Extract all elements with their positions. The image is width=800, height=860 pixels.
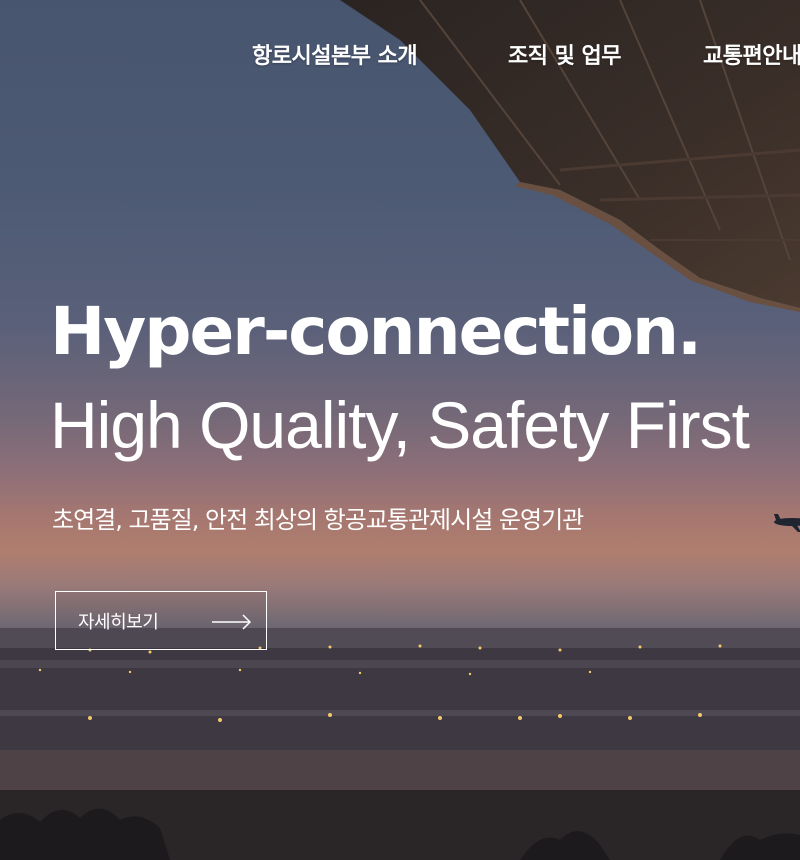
airplane-icon — [774, 514, 800, 532]
arrow-right-icon — [212, 614, 252, 630]
learn-more-button[interactable]: 자세히보기 — [55, 591, 267, 650]
nav-item-transport[interactable]: 교통편안내 — [703, 38, 800, 70]
nav-item-about[interactable]: 항로시설본부 소개 — [252, 38, 418, 70]
main-nav: 항로시설본부 소개 조직 및 업무 교통편안내 — [0, 38, 800, 78]
learn-more-label: 자세히보기 — [78, 611, 159, 633]
hero-tagline: 초연결, 고품질, 안전 최상의 항공교통관제시설 운영기관 — [52, 506, 584, 534]
hero-subheadline: High Quality, Safety First — [50, 388, 750, 462]
hero-headline: Hyper-connection. — [50, 293, 702, 370]
nav-item-organization[interactable]: 조직 및 업무 — [508, 38, 622, 70]
